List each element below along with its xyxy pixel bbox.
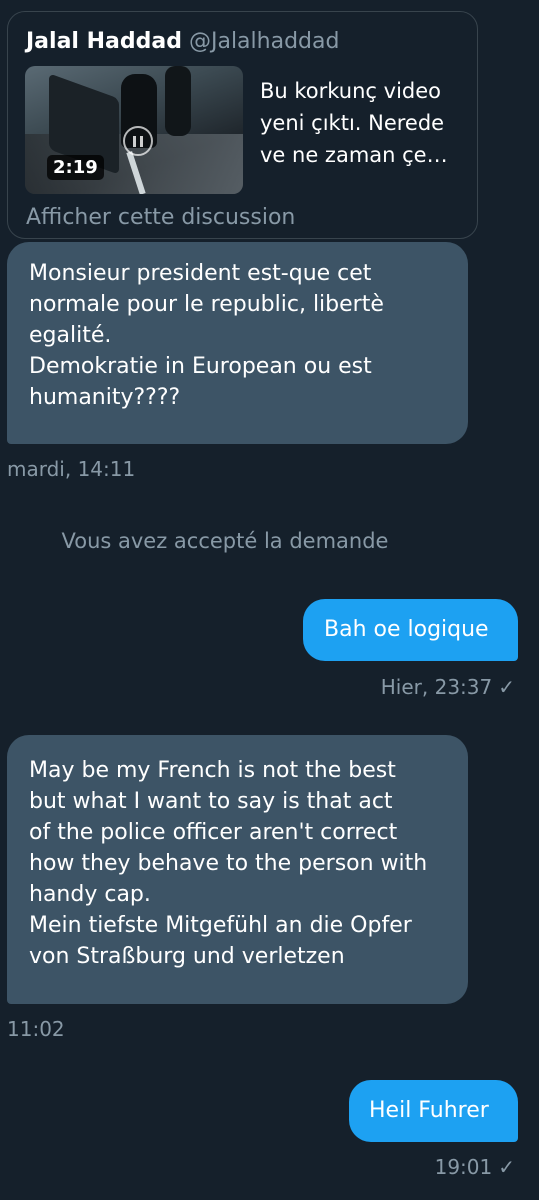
- message-bubble-incoming[interactable]: May be my French is not the best but wha…: [7, 735, 468, 1004]
- sent-check-icon: ✓: [498, 675, 515, 699]
- video-thumbnail[interactable]: 2:19: [25, 66, 243, 194]
- message-timestamp: 19:01: [434, 1155, 493, 1179]
- pause-icon[interactable]: [123, 126, 153, 156]
- video-duration-badge: 2:19: [47, 155, 104, 180]
- message-timestamp-row: Hier, 23:37 ✓: [381, 675, 515, 699]
- request-accepted-note: Vous avez accepté la demande: [61, 529, 389, 553]
- thumbnail-figure: [165, 66, 191, 136]
- message-bubble-outgoing[interactable]: Bah oe logique: [303, 599, 518, 661]
- shared-tweet-card[interactable]: Jalal Haddad @Jalalhaddad 2:19 Bu korkun…: [7, 11, 478, 239]
- message-timestamp: Hier, 23:37: [380, 675, 493, 699]
- tweet-author-handle: @Jalalhaddad: [188, 29, 340, 54]
- message-bubble-outgoing[interactable]: Heil Fuhrer: [349, 1080, 518, 1142]
- message-bubble-incoming[interactable]: Monsieur president est-que cet normale p…: [7, 242, 468, 444]
- sent-check-icon: ✓: [498, 1155, 515, 1179]
- show-discussion-link[interactable]: Afficher cette discussion: [26, 205, 295, 230]
- message-timestamp: 11:02: [7, 1017, 65, 1041]
- message-timestamp-row: 19:01 ✓: [435, 1155, 515, 1179]
- tweet-text: Bu korkunç video yeni çıktı. Nerede ve n…: [260, 79, 448, 167]
- tweet-author: Jalal Haddad @Jalalhaddad: [26, 28, 339, 56]
- tweet-author-name: Jalal Haddad: [26, 29, 182, 54]
- message-timestamp: mardi, 14:11: [7, 457, 136, 481]
